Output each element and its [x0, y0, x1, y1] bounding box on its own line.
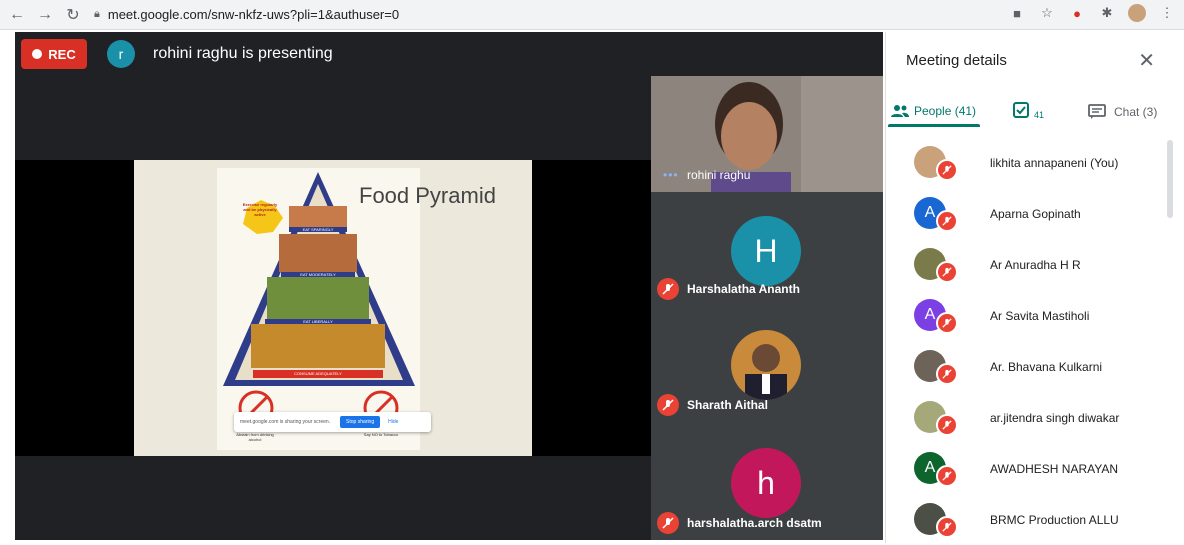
active-tab-indicator: [888, 124, 980, 127]
stop-sharing-button[interactable]: Stop sharing: [340, 416, 381, 428]
food-pyramid-graphic: Exercise regularly and be physically act…: [217, 168, 420, 450]
people-icon: [891, 105, 909, 117]
meeting-stage: REC r rohini raghu is presenting Exercis…: [15, 32, 883, 540]
participant-name: Ar. Bhavana Kulkarni: [990, 360, 1103, 374]
close-icon[interactable]: ✕: [1138, 48, 1155, 73]
camera-icon[interactable]: ■: [1008, 4, 1026, 22]
list-item[interactable]: A AWADHESH NARAYAN: [886, 443, 1176, 494]
mic-off-icon: [936, 516, 958, 538]
participant-name: Aparna Gopinath: [990, 207, 1081, 221]
participant-tile-harshalatha[interactable]: H Harshalatha Ananth: [651, 192, 883, 310]
participant-name: Ar Anuradha H R: [990, 258, 1081, 272]
tier-label-liberally: EAT LIBERALLY: [303, 319, 333, 324]
rec-label: REC: [48, 46, 76, 62]
sharing-notification-bar: meet.google.com is sharing your screen. …: [234, 412, 431, 432]
recording-indicator: REC: [21, 39, 87, 69]
tile-name: Harshalatha Ananth: [687, 282, 800, 296]
participant-name: ar.jitendra singh diwakar: [990, 411, 1120, 425]
panel-title: Meeting details: [906, 52, 1007, 69]
extension-red-icon[interactable]: ●: [1068, 4, 1086, 22]
tab-people-label: People (41): [914, 104, 977, 118]
participant-tiles: ••• rohini raghu H Harshalatha Ananth Sh…: [651, 76, 883, 540]
presentation-slide: Exercise regularly and be physically act…: [134, 160, 532, 456]
hide-button[interactable]: Hide: [388, 419, 398, 425]
participant-name: Ar Savita Mastiholi: [990, 309, 1090, 323]
tab-activities[interactable]: 41: [1012, 100, 1044, 120]
more-options-icon[interactable]: •••: [663, 168, 679, 182]
mic-off-icon: [936, 159, 958, 181]
participant-name: AWADHESH NARAYAN: [990, 462, 1119, 476]
back-icon[interactable]: ←: [6, 4, 28, 26]
address-bar[interactable]: 🔒︎ meet.google.com/snw-nkfz-uws?pli=1&au…: [94, 4, 399, 26]
exercise-badge: Exercise regularly and be physically act…: [242, 202, 278, 217]
list-item[interactable]: likhita annapaneni (You): [886, 137, 1176, 188]
participant-name: BRMC Production ALLU: [990, 513, 1119, 527]
mic-off-icon: [936, 363, 958, 385]
participant-name: likhita annapaneni (You): [990, 156, 1119, 170]
participant-tile-sharath[interactable]: Sharath Aithal: [651, 310, 883, 428]
slide-title: Food Pyramid: [359, 183, 496, 208]
caption-tobacco: Say NO to Tobacco: [363, 432, 399, 437]
menu-kebab-icon[interactable]: ⋮: [1158, 4, 1176, 22]
list-item[interactable]: A Ar Savita Mastiholi: [886, 290, 1176, 341]
mic-off-icon: [657, 512, 679, 534]
tab-chat-label: Chat (3): [1114, 105, 1158, 119]
tile-name: Sharath Aithal: [687, 398, 768, 412]
participant-photo: [731, 330, 801, 400]
presenter-avatar: r: [107, 40, 135, 68]
list-item[interactable]: BRMC Production ALLU: [886, 494, 1176, 545]
reload-icon[interactable]: ↻: [62, 4, 84, 26]
mic-off-icon: [936, 210, 958, 232]
caption-alcohol: Abstain from drinking alcohol: [236, 432, 274, 442]
tab-activities-count: 41: [1034, 110, 1045, 120]
tier-label-moderately: EAT MODERATELY: [300, 272, 336, 277]
list-item[interactable]: Ar Anuradha H R: [886, 239, 1176, 290]
chat-icon: [1088, 104, 1106, 119]
participant-tile-harshalatha-arch[interactable]: h harshalatha.arch dsatm: [651, 428, 883, 540]
activity-check-icon: [1013, 102, 1029, 118]
extensions-puzzle-icon[interactable]: ✱: [1098, 4, 1116, 22]
mic-off-icon: [657, 394, 679, 416]
list-item[interactable]: A Aparna Gopinath: [886, 188, 1176, 239]
tile-name: rohini raghu: [687, 168, 751, 182]
tab-people[interactable]: People (41): [888, 104, 980, 127]
list-item[interactable]: ar.jitendra singh diwakar: [886, 392, 1176, 443]
tab-chat[interactable]: Chat (3): [1088, 104, 1157, 120]
browser-toolbar: ← → ↻ 🔒︎ meet.google.com/snw-nkfz-uws?pl…: [0, 0, 1184, 30]
tier-label-sparingly: EAT SPARINGLY: [289, 227, 347, 232]
tier-label-adequately: CONSUME ADEQUATELY: [294, 371, 342, 376]
profile-avatar-icon[interactable]: [1128, 4, 1146, 22]
panel-tabs: People (41) 41 Chat (3): [886, 98, 1176, 132]
mic-off-icon: [936, 414, 958, 436]
presenting-label: rohini raghu is presenting: [153, 45, 333, 62]
list-item[interactable]: Ar. Bhavana Kulkarni: [886, 341, 1176, 392]
bookmark-star-icon[interactable]: ☆: [1038, 4, 1056, 22]
mic-off-icon: [657, 278, 679, 300]
video-feed: [651, 76, 883, 192]
lock-icon: 🔒︎: [94, 8, 100, 20]
participant-avatar: H: [731, 216, 801, 286]
url-text: meet.google.com/snw-nkfz-uws?pli=1&authu…: [107, 7, 400, 22]
participant-avatar: h: [731, 448, 801, 518]
forward-icon[interactable]: →: [34, 4, 56, 26]
meeting-details-panel: Meeting details ✕ People (41) 41 Chat (3…: [885, 32, 1175, 543]
sharing-text: meet.google.com is sharing your screen.: [240, 419, 331, 425]
record-dot-icon: [32, 49, 43, 59]
tile-name: harshalatha.arch dsatm: [687, 516, 822, 530]
participant-tile-rohini[interactable]: ••• rohini raghu: [651, 76, 883, 192]
mic-off-icon: [936, 465, 958, 487]
screen-share: Exercise regularly and be physically act…: [15, 160, 651, 456]
mic-off-icon: [936, 312, 958, 334]
mic-off-icon: [936, 261, 958, 283]
